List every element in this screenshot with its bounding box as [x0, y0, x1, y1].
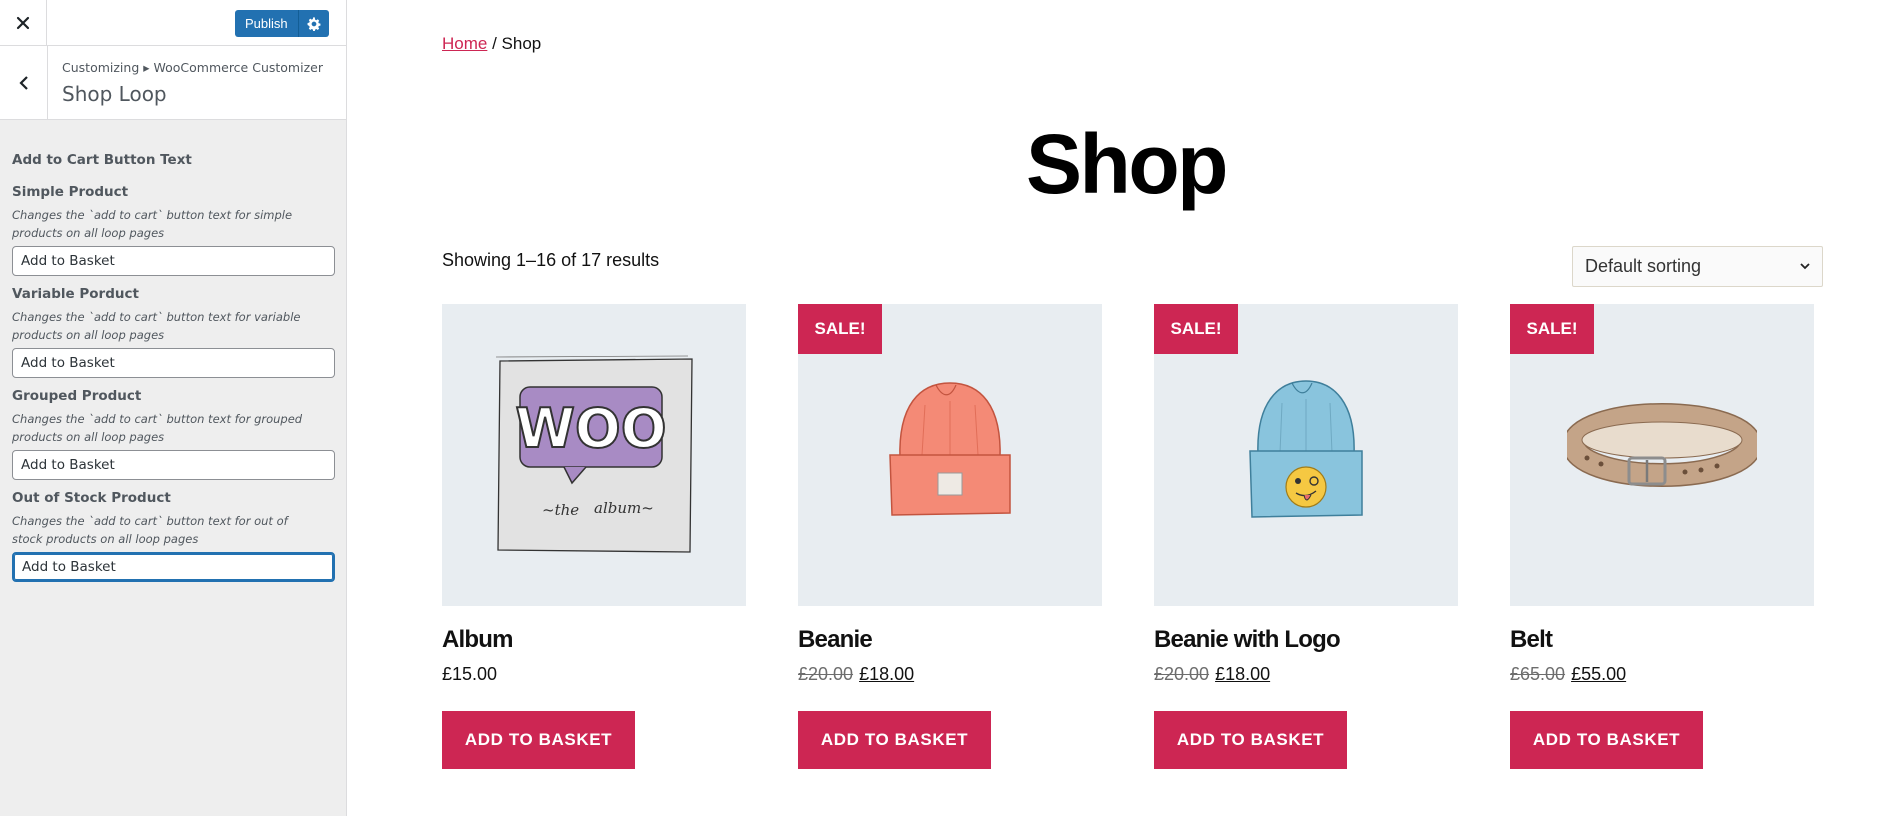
- svg-text:~the: ~the: [542, 501, 579, 519]
- current-price: £15.00: [442, 664, 498, 684]
- product-card: WOO ~the album~ Album £15.00 ADD TO BASK…: [442, 304, 746, 769]
- product-price: £20.00 £18.00: [1154, 664, 1458, 688]
- close-icon: [16, 16, 30, 29]
- control-description: Changes the `add to cart` button text fo…: [12, 412, 303, 444]
- add-to-basket-button[interactable]: ADD TO BASKET: [442, 711, 635, 769]
- control-description: Changes the `add to cart` button text fo…: [12, 514, 288, 546]
- original-price: £20.00: [798, 664, 854, 684]
- product-title[interactable]: Album: [442, 626, 746, 654]
- sorting-selected-value: Default sorting: [1585, 256, 1702, 276]
- variable-product-text-input[interactable]: [12, 348, 335, 378]
- product-title[interactable]: Belt: [1510, 626, 1814, 654]
- control-label: Simple Product: [12, 184, 129, 200]
- page-title: Shop: [1026, 117, 1228, 211]
- add-to-basket-button[interactable]: ADD TO BASKET: [1154, 711, 1347, 769]
- control-simple-product: Simple Product Changes the `add to cart`…: [12, 184, 335, 276]
- product-price: £20.00 £18.00: [798, 664, 1102, 688]
- product-image-link[interactable]: SALE!: [1154, 304, 1458, 606]
- control-grouped-product: Grouped Product Changes the `add to cart…: [12, 388, 335, 480]
- customizer-header: Publish: [0, 0, 346, 46]
- control-description: Changes the `add to cart` button text fo…: [12, 310, 301, 342]
- breadcrumb-separator: /: [487, 34, 502, 53]
- svg-text:WOO: WOO: [515, 397, 666, 460]
- original-price: £65.00: [1510, 664, 1566, 684]
- add-to-basket-button[interactable]: ADD TO BASKET: [1510, 711, 1703, 769]
- blue-beanie-icon: [1249, 380, 1363, 518]
- controls-panel: Add to Cart Button Text Simple Product C…: [12, 152, 335, 582]
- product-card: SALE! Belt £65.00 £55.00 ADD TO BASKET: [1510, 304, 1814, 769]
- product-image-link[interactable]: SALE!: [1510, 304, 1814, 606]
- breadcrumb-current: Shop: [501, 34, 542, 53]
- breadcrumb-home-link[interactable]: Home: [442, 34, 487, 53]
- customizer-sidebar: Publish Customizing ▸ WooCommerce Custom…: [0, 0, 347, 816]
- product-card: SALE! Beanie £20.00 £18.00 ADD TO BASKET: [798, 304, 1102, 769]
- product-title[interactable]: Beanie: [798, 626, 1102, 654]
- back-button[interactable]: [0, 46, 48, 119]
- control-description: Changes the `add to cart` button text fo…: [12, 208, 293, 240]
- control-out-of-stock-product: Out of Stock Product Changes the `add to…: [12, 490, 335, 582]
- control-label: Variable Porduct: [12, 286, 139, 302]
- product-image-link[interactable]: WOO ~the album~: [442, 304, 746, 606]
- woo-album-icon: WOO ~the album~: [495, 355, 693, 553]
- orange-beanie-icon: [889, 382, 1011, 516]
- product-price: £65.00 £55.00: [1510, 664, 1814, 688]
- add-to-basket-button[interactable]: ADD TO BASKET: [798, 711, 991, 769]
- svg-text:album~: album~: [594, 499, 654, 517]
- publish-button-group: Publish: [235, 10, 329, 37]
- original-price: £20.00: [1154, 664, 1210, 684]
- control-variable-product: Variable Porduct Changes the `add to car…: [12, 286, 335, 378]
- product-image-link[interactable]: SALE!: [798, 304, 1102, 606]
- chevron-left-icon: [18, 75, 28, 90]
- sale-badge: SALE!: [798, 304, 882, 354]
- group-title: Add to Cart Button Text: [12, 152, 192, 168]
- control-label: Out of Stock Product: [12, 490, 171, 506]
- section-header: Customizing ▸ WooCommerce Customizer Sho…: [0, 46, 346, 120]
- section-title: Shop Loop: [62, 82, 167, 106]
- out-of-stock-product-text-input[interactable]: [12, 552, 335, 582]
- result-count: Showing 1–16 of 17 results: [442, 250, 660, 270]
- sale-price: £55.00: [1571, 664, 1627, 684]
- sale-badge: SALE!: [1154, 304, 1238, 354]
- gear-icon: [307, 16, 321, 31]
- control-label: Grouped Product: [12, 388, 142, 404]
- publish-settings-button[interactable]: [298, 10, 329, 37]
- chevron-down-icon: [1800, 263, 1810, 270]
- belt-icon: [1567, 403, 1757, 487]
- simple-product-text-input[interactable]: [12, 246, 335, 276]
- product-card: SALE! Beanie with Logo £20.00 £18.00 ADD …: [1154, 304, 1458, 769]
- sorting-select[interactable]: Default sorting: [1572, 246, 1823, 287]
- breadcrumb: Home / Shop: [442, 34, 541, 54]
- product-title[interactable]: Beanie with Logo: [1154, 626, 1458, 654]
- sale-badge: SALE!: [1510, 304, 1594, 354]
- site-preview: Home / Shop Shop Showing 1–16 of 17 resu…: [348, 0, 1904, 816]
- publish-button[interactable]: Publish: [235, 10, 299, 37]
- sale-price: £18.00: [859, 664, 915, 684]
- customizer-breadcrumb: Customizing ▸ WooCommerce Customizer: [62, 60, 323, 75]
- product-price: £15.00: [442, 664, 746, 688]
- close-customizer-button[interactable]: [0, 0, 47, 45]
- grouped-product-text-input[interactable]: [12, 450, 335, 480]
- sale-price: £18.00: [1215, 664, 1271, 684]
